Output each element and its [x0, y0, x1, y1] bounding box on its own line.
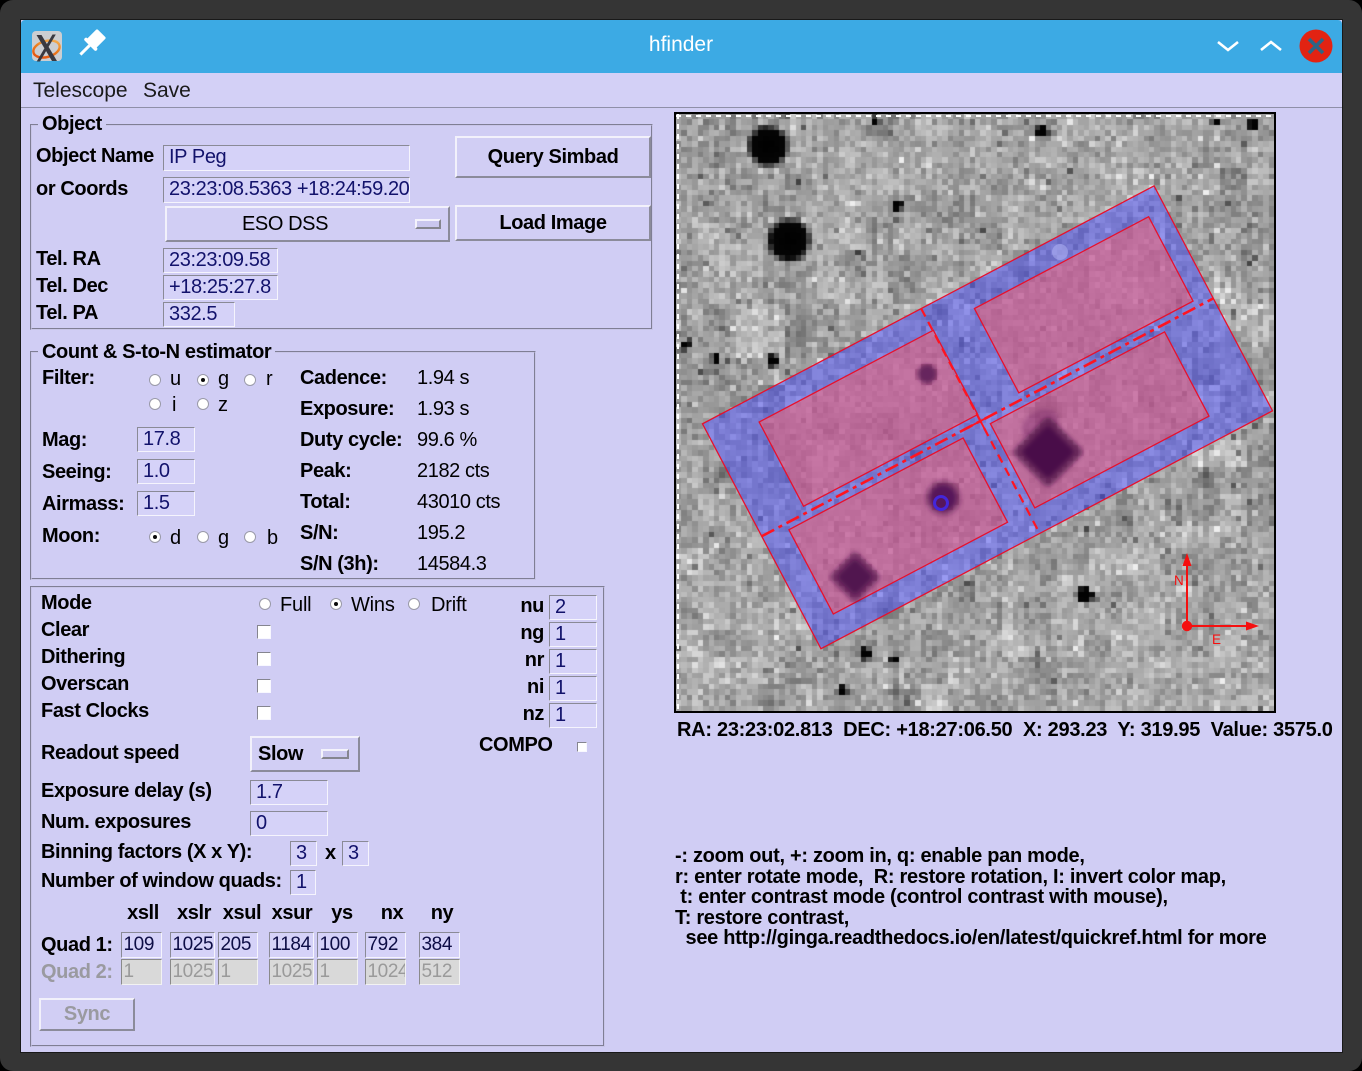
svg-text:N: N [1174, 573, 1184, 588]
svg-text:E: E [1212, 632, 1221, 647]
